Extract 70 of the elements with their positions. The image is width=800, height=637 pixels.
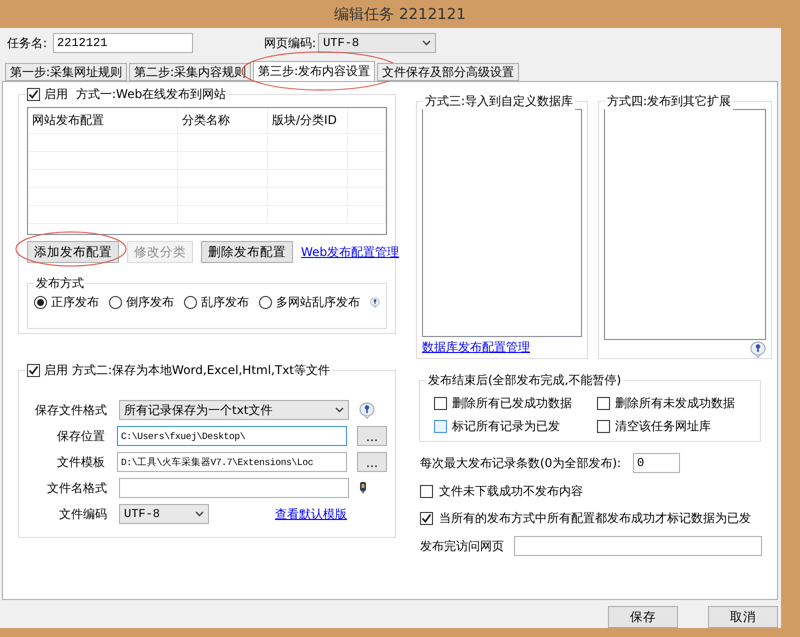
option-label: 删除所有已发成功数据 <box>452 395 572 412</box>
radio-label: 多网站乱序发布 <box>276 294 360 312</box>
caret-icon <box>422 40 432 46</box>
encoding-select[interactable]: UTF-8 <box>119 504 209 524</box>
column-header: 网站发布配置 <box>28 108 178 133</box>
option-label: 标记所有记录为已发 <box>452 418 560 435</box>
database-link[interactable]: 数据库发布配置管理 <box>422 339 582 356</box>
field-label: 文件名格式 <box>46 480 107 496</box>
browse-button[interactable]: ... <box>357 426 387 446</box>
group-title: 发布方式 <box>36 275 84 292</box>
tab[interactable]: 第三步:发布内容设置 <box>253 61 376 81</box>
checkbox[interactable] <box>597 397 610 410</box>
visit-page-field[interactable] <box>514 536 762 556</box>
caret-icon <box>195 511 204 517</box>
window-title: 编辑任务 2212121 <box>334 4 466 24</box>
radio-button[interactable] <box>109 296 122 310</box>
column-header: 版块/分类ID <box>268 108 348 133</box>
caret-icon <box>335 407 344 413</box>
checkbox[interactable] <box>27 88 40 101</box>
path-field[interactable]: D:\工具\火车采集器V7.7\Extensions\Loc <box>117 452 347 472</box>
checkbox[interactable] <box>434 397 447 410</box>
group-title: 方式二:保存为本地Word,Excel,Html,Txt等文件 <box>72 362 330 379</box>
path-field[interactable]: C:\Users\fxuej\Desktop\ <box>117 426 347 446</box>
help-icon[interactable] <box>750 340 766 358</box>
radio-label: 倒序发布 <box>126 294 174 312</box>
group-title: 方式一:Web在线发布到网站 <box>76 86 226 103</box>
checkbox[interactable] <box>420 485 433 498</box>
task-name-field[interactable]: 2212121 <box>53 33 194 53</box>
dialog-button[interactable]: 取消 <box>708 606 778 628</box>
option-label: 删除所有未发成功数据 <box>615 395 735 412</box>
format-select[interactable]: 所有记录保存为一个txt文件 <box>119 400 349 420</box>
help-icon[interactable] <box>359 402 375 418</box>
column-header: 分类名称 <box>178 108 268 133</box>
radio-button[interactable] <box>184 296 197 310</box>
task-name-label: 任务名: <box>7 34 48 52</box>
radio-label: 乱序发布 <box>201 294 249 312</box>
action-button[interactable]: 删除发布配置 <box>201 241 293 264</box>
filename-field[interactable] <box>119 478 349 498</box>
group-title: 方式三:导入到自定义数据库 <box>425 93 574 110</box>
template-link[interactable]: 查看默认模版 <box>275 506 347 522</box>
field-label: 保存文件格式 <box>34 402 107 418</box>
tab[interactable]: 第一步:采集网址规则 <box>5 63 128 81</box>
field-label: 保存位置 <box>56 428 105 444</box>
max-records-field[interactable]: 0 <box>633 453 680 473</box>
option-label: 当所有的发布方式中所有配置都发布成功才标记数据为已发 <box>439 510 751 527</box>
action-button[interactable]: 添加发布配置 <box>27 241 119 264</box>
radio-button[interactable] <box>34 296 47 310</box>
checkbox[interactable] <box>597 420 610 433</box>
group-title: 发布结束后(全部发布完成,不能暂停) <box>428 372 622 389</box>
field-label: 文件编码 <box>58 506 107 522</box>
radio-button[interactable] <box>259 296 272 310</box>
field-label: 文件模板 <box>56 454 105 470</box>
visit-page-label: 发布完访问网页 <box>420 538 504 554</box>
radio-label: 正序发布 <box>51 294 99 312</box>
checkbox[interactable] <box>420 512 433 525</box>
group-title: 方式四:发布到其它扩展 <box>607 93 732 110</box>
checkbox[interactable] <box>27 364 40 377</box>
tab[interactable]: 文件保存及部分高级设置 <box>377 63 520 81</box>
pen-icon[interactable] <box>359 481 367 495</box>
encoding-select[interactable]: UTF-8 <box>318 33 436 53</box>
max-records-label: 每次最大发布记录条数(0为全部发布): <box>420 454 622 472</box>
dialog-button[interactable]: 保存 <box>608 606 678 628</box>
option-label: 文件未下载成功不发布内容 <box>439 483 583 500</box>
enable-label: 启用 <box>44 362 68 379</box>
option-label: 清空该任务网址库 <box>615 418 711 435</box>
checkbox[interactable] <box>434 420 447 433</box>
enable-label: 启用 <box>44 86 68 103</box>
encoding-label: 网页编码: <box>264 34 316 52</box>
config-link[interactable]: Web发布配置管理 <box>301 244 400 261</box>
browse-button[interactable]: ... <box>357 452 387 472</box>
